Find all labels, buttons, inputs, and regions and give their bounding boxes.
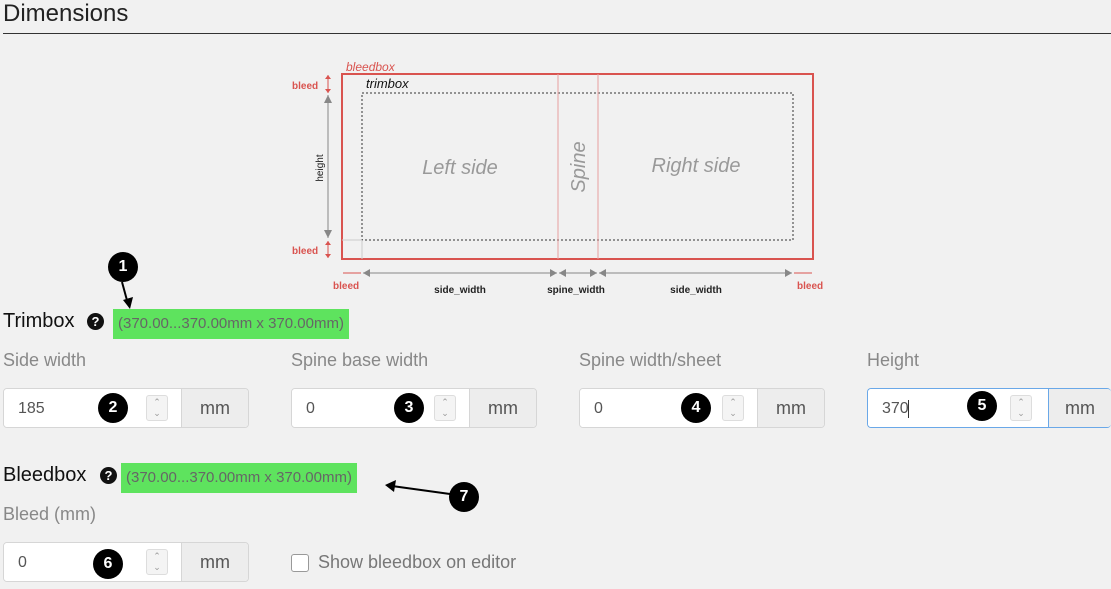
annotation-marker-1: 1: [108, 252, 138, 282]
show-bleedbox-checkbox[interactable]: [291, 554, 309, 572]
height-input[interactable]: 370 ⌃ ⌄: [868, 389, 1049, 427]
side-width-unit: mm: [181, 389, 248, 427]
spine-base-width-label: Spine base width: [291, 350, 429, 370]
bleedbox-help-icon[interactable]: ?: [100, 467, 117, 484]
spine-width-sheet-input[interactable]: 0 ⌃ ⌄: [580, 389, 757, 427]
spine-base-width-value: 0: [306, 400, 315, 417]
dimensions-diagram: bleedbox trimbox Left side Spine Right s…: [121, 60, 823, 495]
marker-7-arrow: [391, 485, 451, 495]
side-width-value: 185: [18, 400, 45, 417]
side-width-right-label: side_width: [670, 285, 722, 296]
side-width-input[interactable]: 185 ⌃ ⌄: [4, 389, 181, 427]
bleed-left-label: bleed: [333, 281, 359, 292]
annotation-marker-3: 3: [394, 393, 424, 423]
spine-width-sheet-label: Spine width/sheet: [579, 350, 722, 370]
title-divider: [3, 33, 1111, 34]
trimbox-label: trimbox: [366, 76, 409, 91]
side-width-left-label: side_width: [434, 285, 486, 296]
text-caret: [908, 400, 909, 418]
trimbox-dimensions: (370.00...370.00mm x 370.00mm): [113, 309, 349, 339]
bleedbox-dimensions: (370.00...370.00mm x 370.00mm): [121, 463, 357, 493]
spine-base-width-unit: mm: [469, 389, 536, 427]
bleed-spinner[interactable]: ⌃ ⌄: [146, 549, 168, 575]
bleed-top-label: bleed: [292, 81, 318, 92]
side-width-spinner[interactable]: ⌃ ⌄: [146, 395, 168, 421]
bleedbox-title: Bleedbox: [3, 464, 87, 486]
annotation-marker-4: 4: [681, 393, 711, 423]
height-label: height: [315, 154, 326, 181]
spine-base-width-input[interactable]: 0 ⌃ ⌄: [292, 389, 469, 427]
spine-label: Spine: [568, 141, 590, 192]
marker-1-arrow: [121, 281, 129, 305]
spine-base-width-spinner[interactable]: ⌃ ⌄: [434, 395, 456, 421]
bleedbox-rect: [341, 73, 814, 260]
side-width-label: Side width: [3, 350, 87, 370]
annotation-marker-5: 5: [967, 391, 997, 421]
height-value: 370: [882, 400, 909, 417]
height-spinner[interactable]: ⌃ ⌄: [1010, 395, 1032, 421]
page-title: Dimensions: [3, 0, 129, 27]
trimbox-help-icon[interactable]: ?: [87, 313, 104, 330]
spine-width-label: spine_width: [547, 285, 605, 296]
annotation-marker-7: 7: [449, 482, 479, 512]
left-side-label: Left side: [422, 157, 498, 179]
spine-width-sheet-spinner[interactable]: ⌃ ⌄: [722, 395, 744, 421]
bleed-unit: mm: [181, 543, 248, 581]
bleed-right-label: bleed: [797, 281, 823, 292]
bleed-bottom-label: bleed: [292, 246, 318, 257]
spine-width-sheet-unit: mm: [757, 389, 824, 427]
spine-width-sheet-value: 0: [594, 400, 603, 417]
show-bleedbox-label[interactable]: Show bleedbox on editor: [318, 552, 516, 573]
bleed-field: 0 ⌃ ⌄ mm: [3, 542, 249, 582]
annotation-marker-6: 6: [93, 549, 123, 579]
height-unit: mm: [1048, 389, 1111, 427]
height-label: Height: [867, 350, 920, 370]
bleedbox-label: bleedbox: [346, 60, 396, 74]
bleed-label: Bleed (mm): [3, 504, 97, 524]
right-side-label: Right side: [652, 155, 741, 177]
trimbox-rect: [361, 92, 794, 241]
bleed-value: 0: [18, 554, 27, 571]
trimbox-title: Trimbox: [3, 310, 75, 332]
annotation-marker-2: 2: [98, 393, 128, 423]
